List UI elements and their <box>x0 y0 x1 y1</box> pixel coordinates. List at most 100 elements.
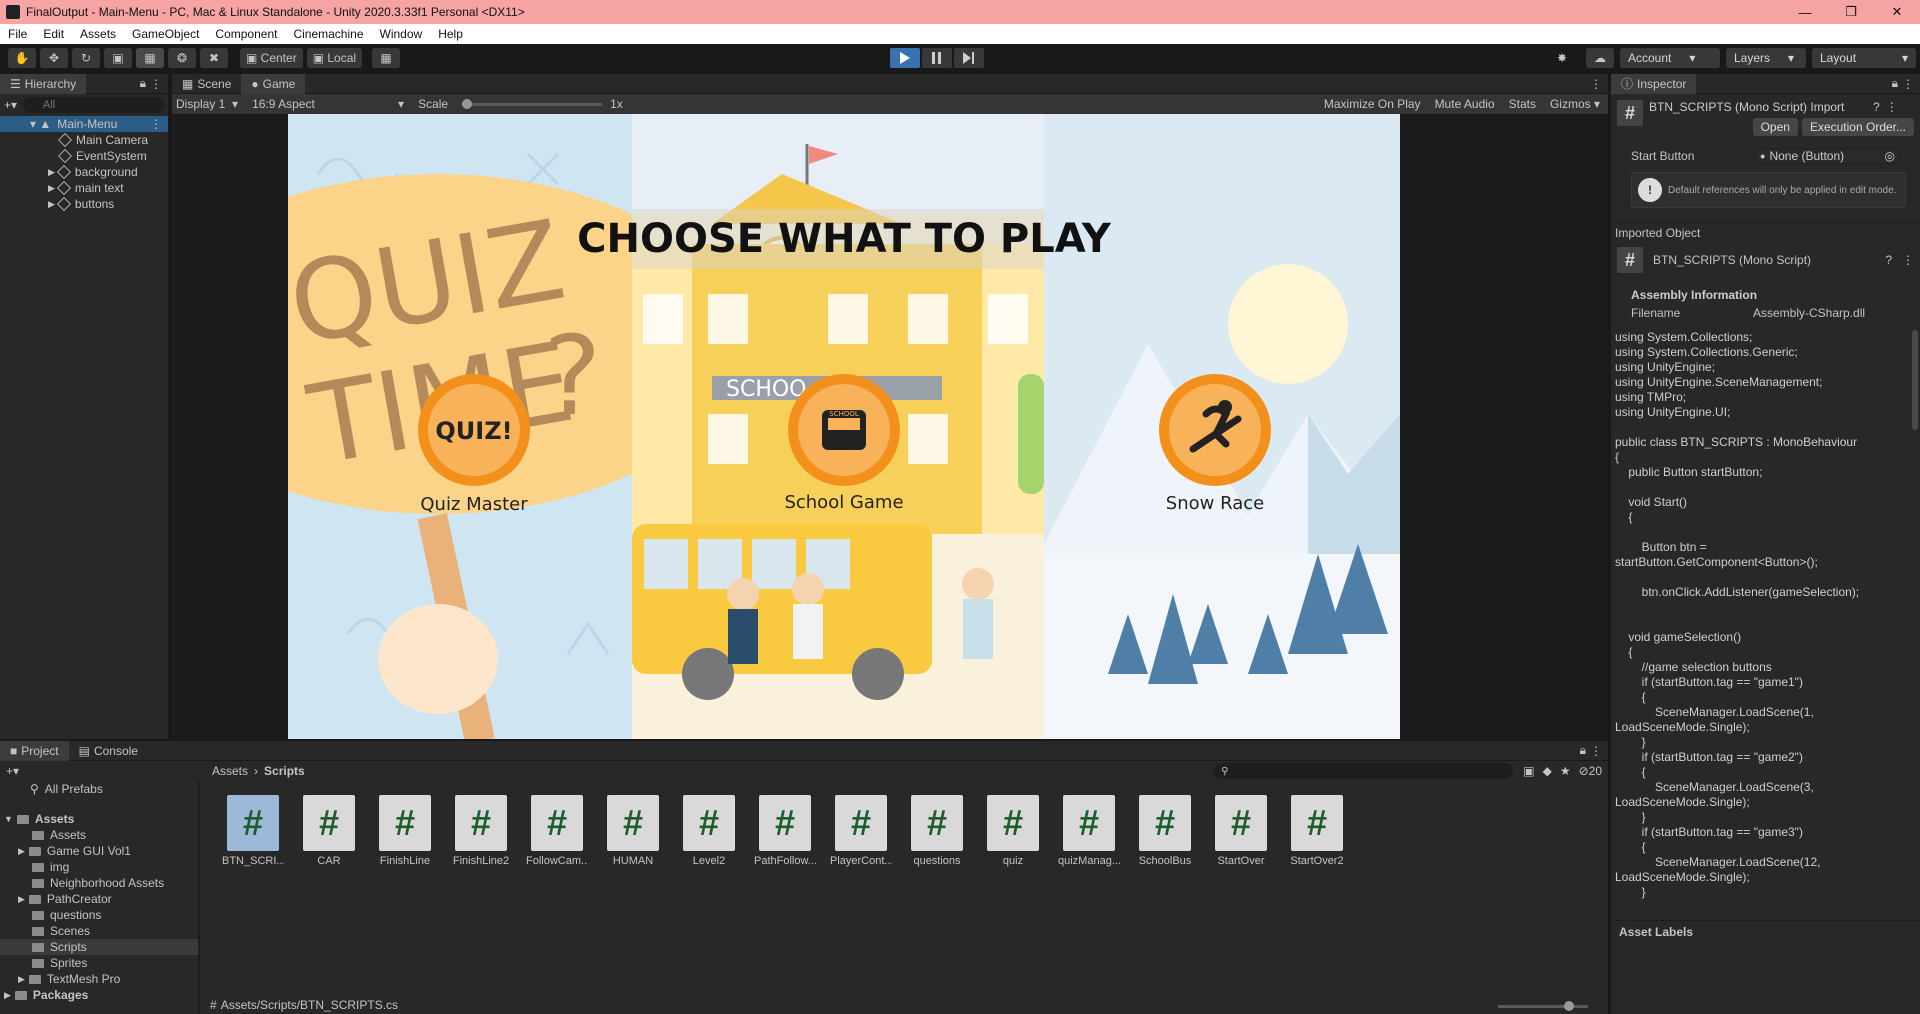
asset-item[interactable]: # quiz <box>982 795 1044 867</box>
asset-item[interactable]: # StartOver2 <box>1286 795 1348 867</box>
asset-item[interactable]: # Level2 <box>678 795 740 867</box>
stats-toggle[interactable]: Stats <box>1509 97 1536 111</box>
asset-item[interactable]: # questions <box>906 795 968 867</box>
hierarchy-item[interactable]: ▶ buttons <box>0 196 168 212</box>
menu-edit[interactable]: Edit <box>35 27 72 41</box>
menu-gameobject[interactable]: GameObject <box>124 27 207 41</box>
hand-tool-icon[interactable]: ✋ <box>8 48 36 68</box>
custom-tool-icon[interactable]: ✖ <box>200 48 228 68</box>
asset-item[interactable]: # PathFollow... <box>754 795 816 867</box>
icon-size-slider[interactable] <box>1498 1001 1588 1011</box>
breadcrumb-item[interactable]: Assets <box>212 764 248 778</box>
menu-window[interactable]: Window <box>372 27 431 41</box>
code-scrollbar[interactable] <box>1912 330 1918 430</box>
scale-tool-icon[interactable]: ▣ <box>104 48 132 68</box>
close-button[interactable]: ✕ <box>1874 0 1920 24</box>
aspect-dropdown[interactable]: 16:9 Aspect ▾ <box>252 97 404 111</box>
minimize-button[interactable]: — <box>1782 0 1828 24</box>
menu-file[interactable]: File <box>0 27 35 41</box>
kebab-menu-icon[interactable]: ⋮ <box>1902 253 1914 267</box>
chevron-right-icon[interactable]: ▶ <box>48 199 55 210</box>
rotate-tool-icon[interactable]: ↻ <box>72 48 100 68</box>
maximize-button[interactable]: ❐ <box>1828 0 1874 24</box>
hierarchy-item[interactable]: Main Camera <box>0 132 168 148</box>
slider-handle[interactable] <box>462 98 473 109</box>
school-game-button[interactable]: SCHOOL School Game <box>784 374 904 513</box>
asset-item[interactable]: # FollowCam... <box>526 795 588 867</box>
chevron-right-icon[interactable]: ▶ <box>18 974 25 985</box>
mute-audio-toggle[interactable]: Mute Audio <box>1435 97 1495 111</box>
breadcrumb-item[interactable]: Scripts <box>264 764 305 778</box>
menu-cinemachine[interactable]: Cinemachine <box>285 27 371 41</box>
execution-order-button[interactable]: Execution Order... <box>1801 118 1914 136</box>
layers-dropdown[interactable]: Layers ▾ <box>1726 48 1806 68</box>
asset-item[interactable]: # quizManag... <box>1058 795 1120 867</box>
display-dropdown[interactable]: Display 1 ▾ <box>176 97 238 111</box>
move-tool-icon[interactable]: ✥ <box>40 48 68 68</box>
tree-item[interactable]: Sprites <box>0 955 198 971</box>
asset-item[interactable]: # FinishLine <box>374 795 436 867</box>
pivot-center-button[interactable]: ▣ Center <box>240 48 303 68</box>
play-button[interactable] <box>890 48 920 68</box>
tree-root-packages[interactable]: ▶ Packages <box>0 987 198 1003</box>
menu-component[interactable]: Component <box>207 27 285 41</box>
help-icon[interactable]: ? <box>1873 100 1880 114</box>
snow-race-button[interactable]: Snow Race <box>1159 374 1271 514</box>
layout-dropdown[interactable]: Layout ▾ <box>1812 48 1916 68</box>
tab-inspector[interactable]: ⓘ Inspector <box>1611 73 1697 94</box>
collab-icon[interactable]: ✸ <box>1548 48 1576 68</box>
account-dropdown[interactable]: Account ▾ <box>1620 48 1720 68</box>
kebab-menu-icon[interactable]: ⋮ <box>1590 77 1602 91</box>
tree-item[interactable]: ▶ PathCreator <box>0 891 198 907</box>
add-icon[interactable]: +▾ <box>6 764 19 778</box>
hierarchy-search-input[interactable]: All <box>23 97 164 113</box>
lock-icon[interactable]: 🔒︎ <box>1580 743 1586 758</box>
chevron-right-icon[interactable]: ▶ <box>48 183 55 194</box>
quiz-master-button[interactable]: QUIZ! Quiz Master <box>418 374 530 515</box>
cloud-icon[interactable]: ☁ <box>1586 48 1614 68</box>
asset-item[interactable]: # CAR <box>298 795 360 867</box>
tree-root-assets[interactable]: ▼ Assets <box>0 811 198 827</box>
tab-scene[interactable]: ▦ Scene <box>172 74 241 94</box>
chevron-right-icon[interactable]: ▶ <box>48 167 55 178</box>
hierarchy-item-main-menu[interactable]: ▾ ▲ Main-Menu ⋮ <box>0 116 168 132</box>
menu-help[interactable]: Help <box>430 27 471 41</box>
asset-item[interactable]: # StartOver <box>1210 795 1272 867</box>
chevron-right-icon[interactable]: ▶ <box>18 894 25 905</box>
hierarchy-item[interactable]: EventSystem <box>0 148 168 164</box>
tree-item[interactable]: ▶ TextMesh Pro <box>0 971 198 987</box>
pause-button[interactable] <box>922 48 952 68</box>
maximize-on-play-toggle[interactable]: Maximize On Play <box>1324 97 1421 111</box>
add-icon[interactable]: +▾ <box>4 98 17 112</box>
chevron-right-icon[interactable]: ▶ <box>4 990 11 1001</box>
kebab-menu-icon[interactable]: ⋮ <box>1902 77 1914 91</box>
tab-console[interactable]: ▤ Console <box>69 741 148 761</box>
filter-label-icon[interactable]: ◆ <box>1543 764 1552 778</box>
asset-item[interactable]: # PlayerCont... <box>830 795 892 867</box>
tree-item[interactable]: Scenes <box>0 923 198 939</box>
scale-slider[interactable] <box>462 98 603 109</box>
kebab-menu-icon[interactable]: ⋮ <box>1590 744 1602 758</box>
asset-item[interactable]: # FinishLine2 <box>450 795 512 867</box>
object-picker-icon[interactable]: ◎ <box>1885 149 1895 163</box>
asset-item[interactable]: # SchoolBus <box>1134 795 1196 867</box>
lock-icon[interactable]: 🔒︎ <box>1892 76 1898 91</box>
hidden-packages-icon[interactable]: ⊘20 <box>1579 764 1602 778</box>
tree-item-selected[interactable]: Scripts <box>0 939 198 955</box>
chevron-right-icon[interactable]: ▶ <box>18 846 25 857</box>
transform-tool-icon[interactable]: ❂ <box>168 48 196 68</box>
step-button[interactable] <box>954 48 984 68</box>
lock-icon[interactable]: 🔒︎ <box>140 76 146 91</box>
tab-project[interactable]: ■ Project <box>0 740 69 761</box>
favorite-star-icon[interactable]: ★ <box>1560 764 1571 778</box>
tree-item[interactable]: questions <box>0 907 198 923</box>
hierarchy-item[interactable]: ▶ main text <box>0 180 168 196</box>
hierarchy-item[interactable]: ▶ background <box>0 164 168 180</box>
slider-handle[interactable] <box>1564 1001 1574 1011</box>
pivot-local-button[interactable]: ▣ Local <box>306 48 363 68</box>
tree-item[interactable]: Assets <box>0 827 198 843</box>
help-icon[interactable]: ? <box>1885 253 1892 267</box>
kebab-menu-icon[interactable]: ⋮ <box>150 117 162 131</box>
asset-item[interactable]: # BTN_SCRI... <box>222 795 284 867</box>
asset-item[interactable]: # HUMAN <box>602 795 664 867</box>
